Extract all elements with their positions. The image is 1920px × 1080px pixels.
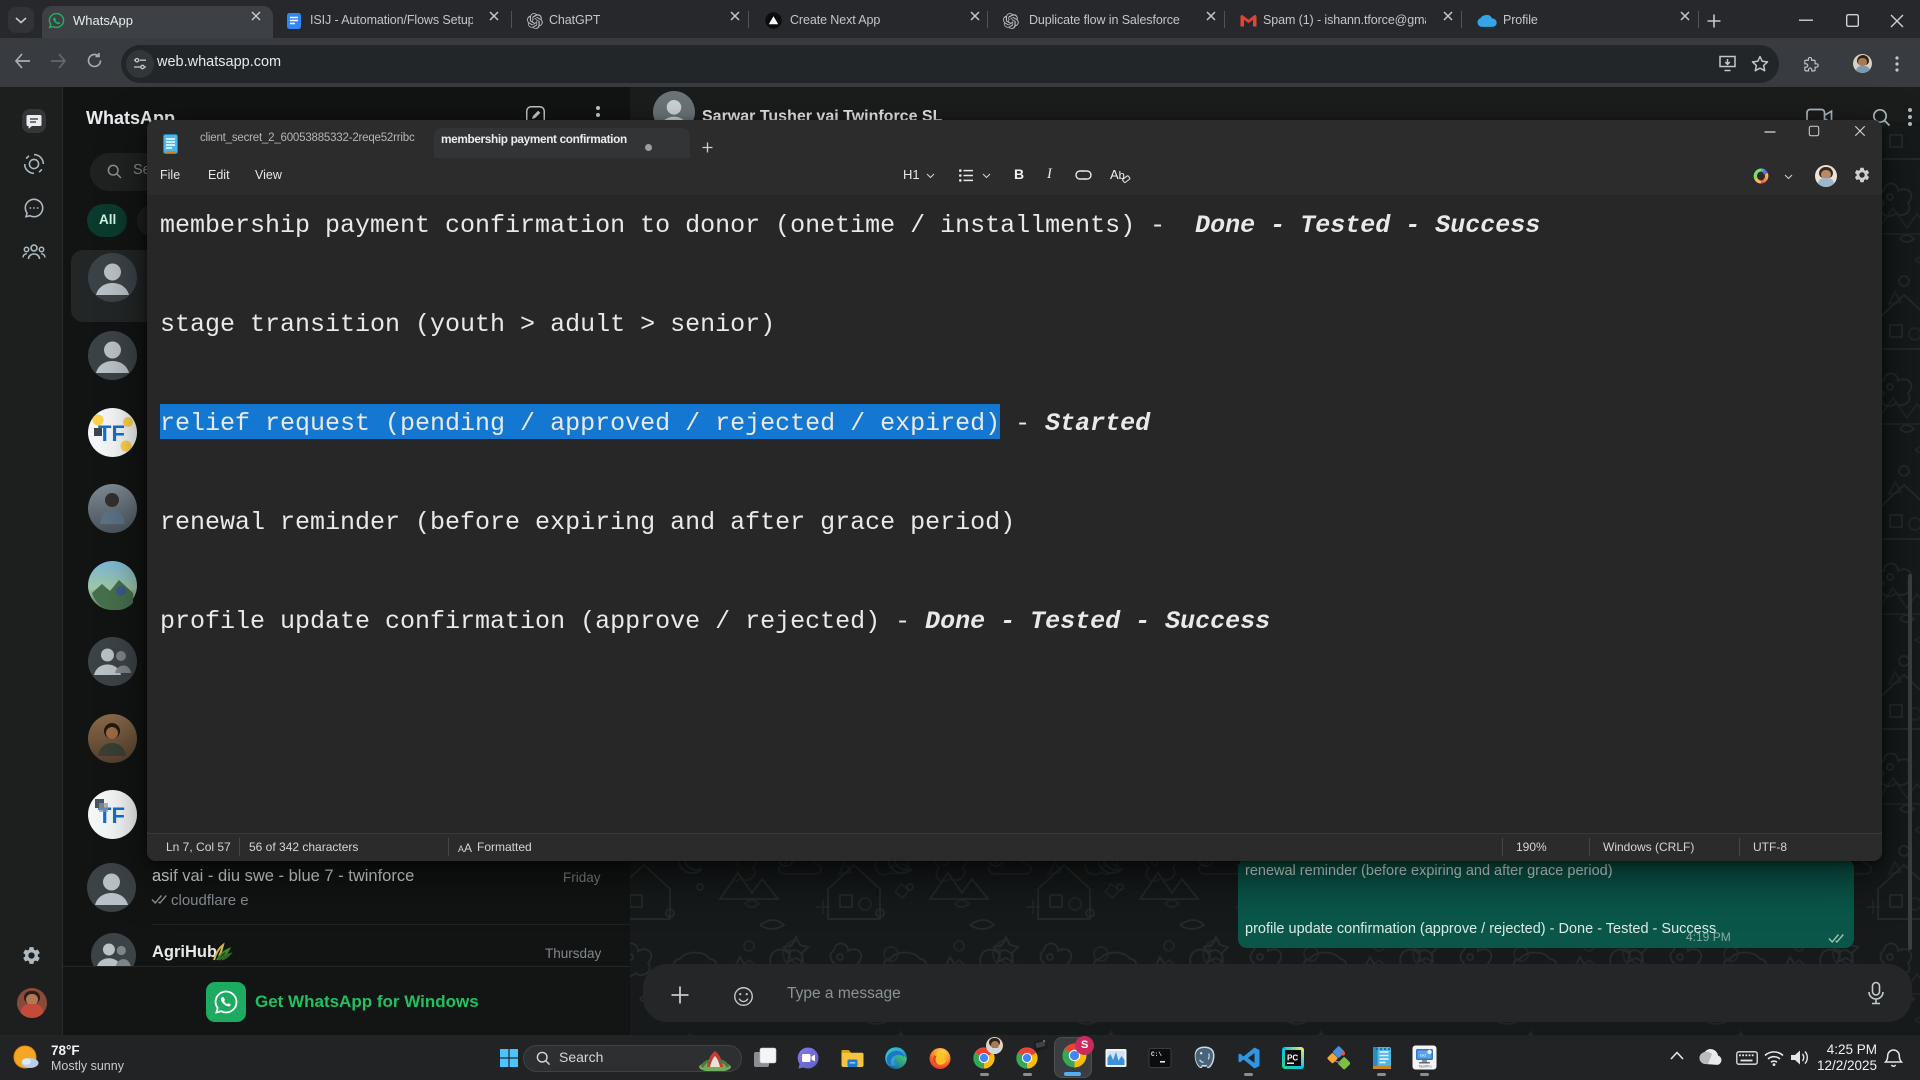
svg-text:A: A <box>464 842 472 853</box>
svg-text:TF: TF <box>98 421 125 446</box>
svg-text:PC: PC <box>1287 1054 1298 1063</box>
svg-text:GO: GO <box>1420 1053 1426 1058</box>
svg-text:C:\: C:\ <box>1151 1051 1162 1058</box>
svg-text:TaskPro: TaskPro <box>1419 1065 1432 1069</box>
